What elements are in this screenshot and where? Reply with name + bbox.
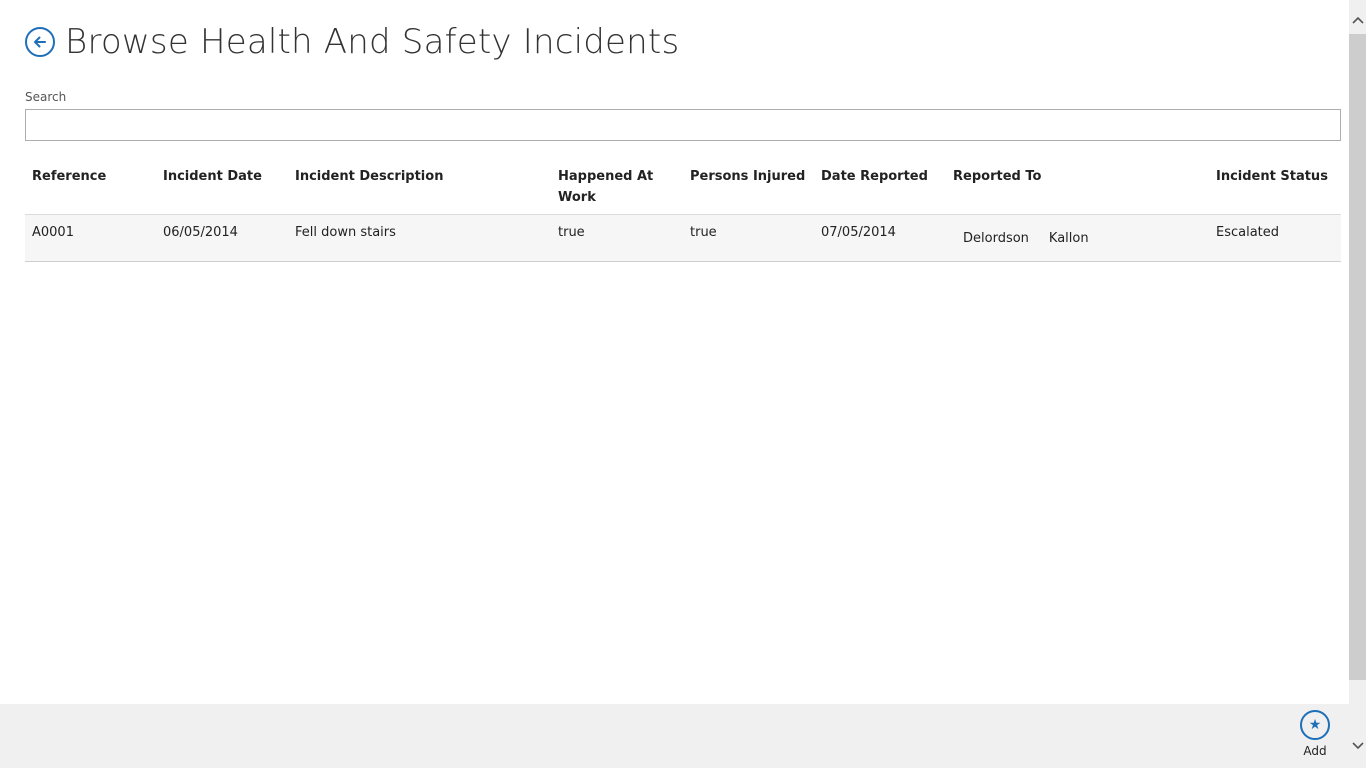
column-header-persons-injured[interactable]: Persons Injured [683,160,814,215]
reported-to-first-name: Delordson [963,231,1029,246]
page-title: Browse Health And Safety Incidents [65,22,680,62]
table-row[interactable]: A0001 06/05/2014 Fell down stairs true t… [25,214,1341,262]
arrow-left-icon [34,36,46,48]
header: Browse Health And Safety Incidents [25,22,679,62]
page: Browse Health And Safety Incidents Searc… [0,0,1349,704]
app-bar: ★ Add [0,704,1349,768]
star-icon: ★ [1300,710,1330,740]
column-header-reference[interactable]: Reference [25,160,156,215]
search-label: Search [25,90,67,104]
vertical-scrollbar[interactable] [1349,0,1366,768]
scroll-down-button[interactable] [1349,736,1366,756]
cell-reported-to: Delordson Kallon [946,214,1209,262]
column-header-incident-description[interactable]: Incident Description [288,160,551,215]
chevron-up-icon [1351,16,1364,24]
cell-date-reported: 07/05/2014 [814,214,946,262]
column-header-reported-to[interactable]: Reported To [946,160,1209,215]
chevron-down-icon [1351,742,1364,750]
add-button[interactable]: ★ Add [1296,710,1334,758]
scroll-thumb[interactable] [1349,34,1366,680]
add-label: Add [1303,744,1327,758]
reported-to-last-name: Kallon [1048,231,1089,246]
cell-happened-at-work: true [551,214,683,262]
column-header-happened-at-work[interactable]: Happened At Work [551,160,683,215]
cell-incident-status: Escalated [1209,214,1341,262]
column-header-incident-status[interactable]: Incident Status [1209,160,1341,215]
scroll-up-button[interactable] [1349,10,1366,30]
cell-incident-date: 06/05/2014 [156,214,288,262]
back-button[interactable] [25,27,55,57]
table-header-row: Reference Incident Date Incident Descrip… [25,160,1341,215]
column-header-date-reported[interactable]: Date Reported [814,160,946,215]
search-input[interactable] [25,109,1341,141]
cell-reference: A0001 [25,214,156,262]
column-header-incident-date[interactable]: Incident Date [156,160,288,215]
cell-incident-description: Fell down stairs [288,214,551,262]
cell-persons-injured: true [683,214,814,262]
incidents-table: Reference Incident Date Incident Descrip… [25,160,1341,262]
